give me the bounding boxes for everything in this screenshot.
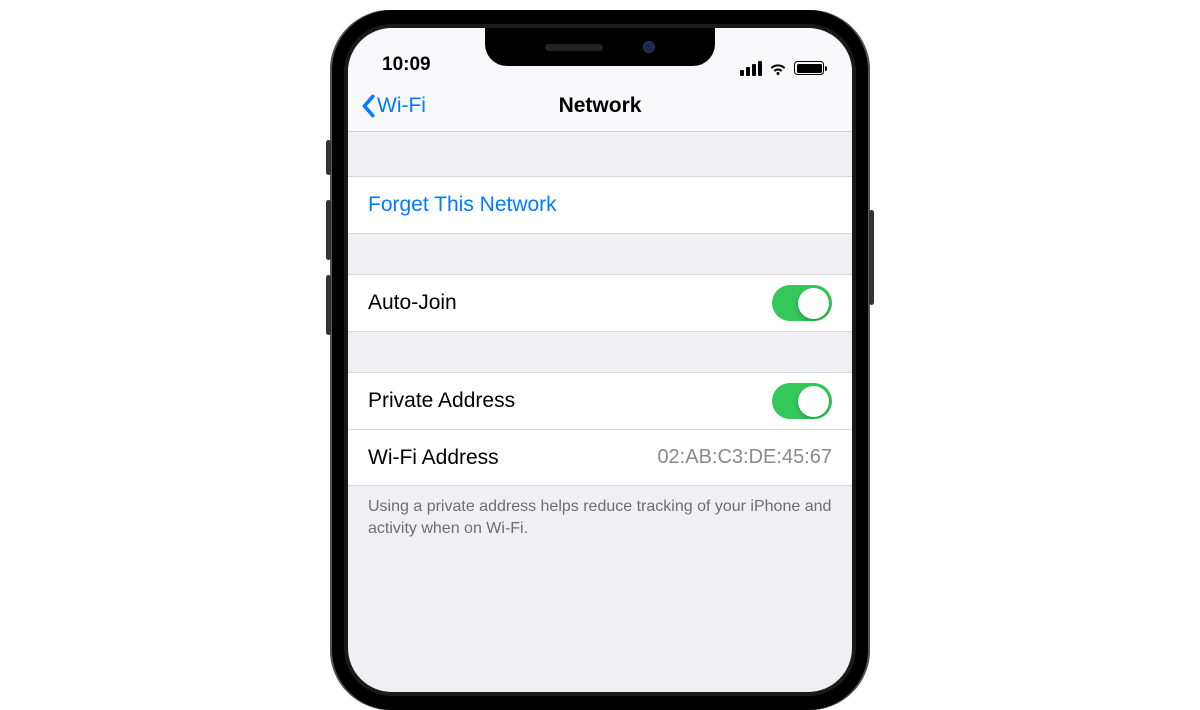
forget-network-button[interactable]: Forget This Network bbox=[348, 177, 852, 233]
screen: 10:09 Wi bbox=[348, 28, 852, 692]
forget-network-label: Forget This Network bbox=[368, 193, 557, 217]
front-camera bbox=[643, 41, 655, 53]
private-address-group: Private Address Wi-Fi Address 02:AB:C3:D… bbox=[348, 372, 852, 486]
status-time: 10:09 bbox=[382, 54, 431, 76]
toggle-knob bbox=[798, 386, 829, 417]
volume-up-button bbox=[326, 200, 331, 260]
private-address-row: Private Address bbox=[348, 373, 852, 429]
status-icons bbox=[740, 60, 824, 76]
forget-group: Forget This Network bbox=[348, 176, 852, 234]
toggle-knob bbox=[798, 288, 829, 319]
power-button bbox=[869, 210, 874, 305]
private-address-toggle[interactable] bbox=[772, 383, 832, 419]
private-address-label: Private Address bbox=[368, 389, 515, 413]
mute-switch bbox=[326, 140, 331, 175]
private-address-footer: Using a private address helps reduce tra… bbox=[348, 486, 852, 549]
navigation-bar: Wi-Fi Network bbox=[348, 80, 852, 132]
section-spacer bbox=[348, 132, 852, 176]
auto-join-group: Auto-Join bbox=[348, 274, 852, 332]
chevron-left-icon bbox=[360, 94, 376, 118]
section-spacer bbox=[348, 332, 852, 372]
notch bbox=[485, 28, 715, 66]
section-spacer bbox=[348, 234, 852, 274]
volume-down-button bbox=[326, 275, 331, 335]
auto-join-label: Auto-Join bbox=[368, 291, 457, 315]
back-button[interactable]: Wi-Fi bbox=[360, 94, 426, 118]
wifi-address-label: Wi-Fi Address bbox=[368, 446, 499, 470]
auto-join-row: Auto-Join bbox=[348, 275, 852, 331]
battery-icon bbox=[794, 61, 824, 75]
page-title: Network bbox=[559, 94, 642, 118]
wifi-icon bbox=[768, 60, 788, 76]
wifi-address-row: Wi-Fi Address 02:AB:C3:DE:45:67 bbox=[348, 429, 852, 485]
auto-join-toggle[interactable] bbox=[772, 285, 832, 321]
speaker bbox=[545, 44, 603, 51]
cellular-signal-icon bbox=[740, 61, 762, 76]
device-frame: 10:09 Wi bbox=[330, 10, 870, 710]
wifi-address-value: 02:AB:C3:DE:45:67 bbox=[657, 446, 832, 469]
back-label: Wi-Fi bbox=[377, 94, 426, 118]
